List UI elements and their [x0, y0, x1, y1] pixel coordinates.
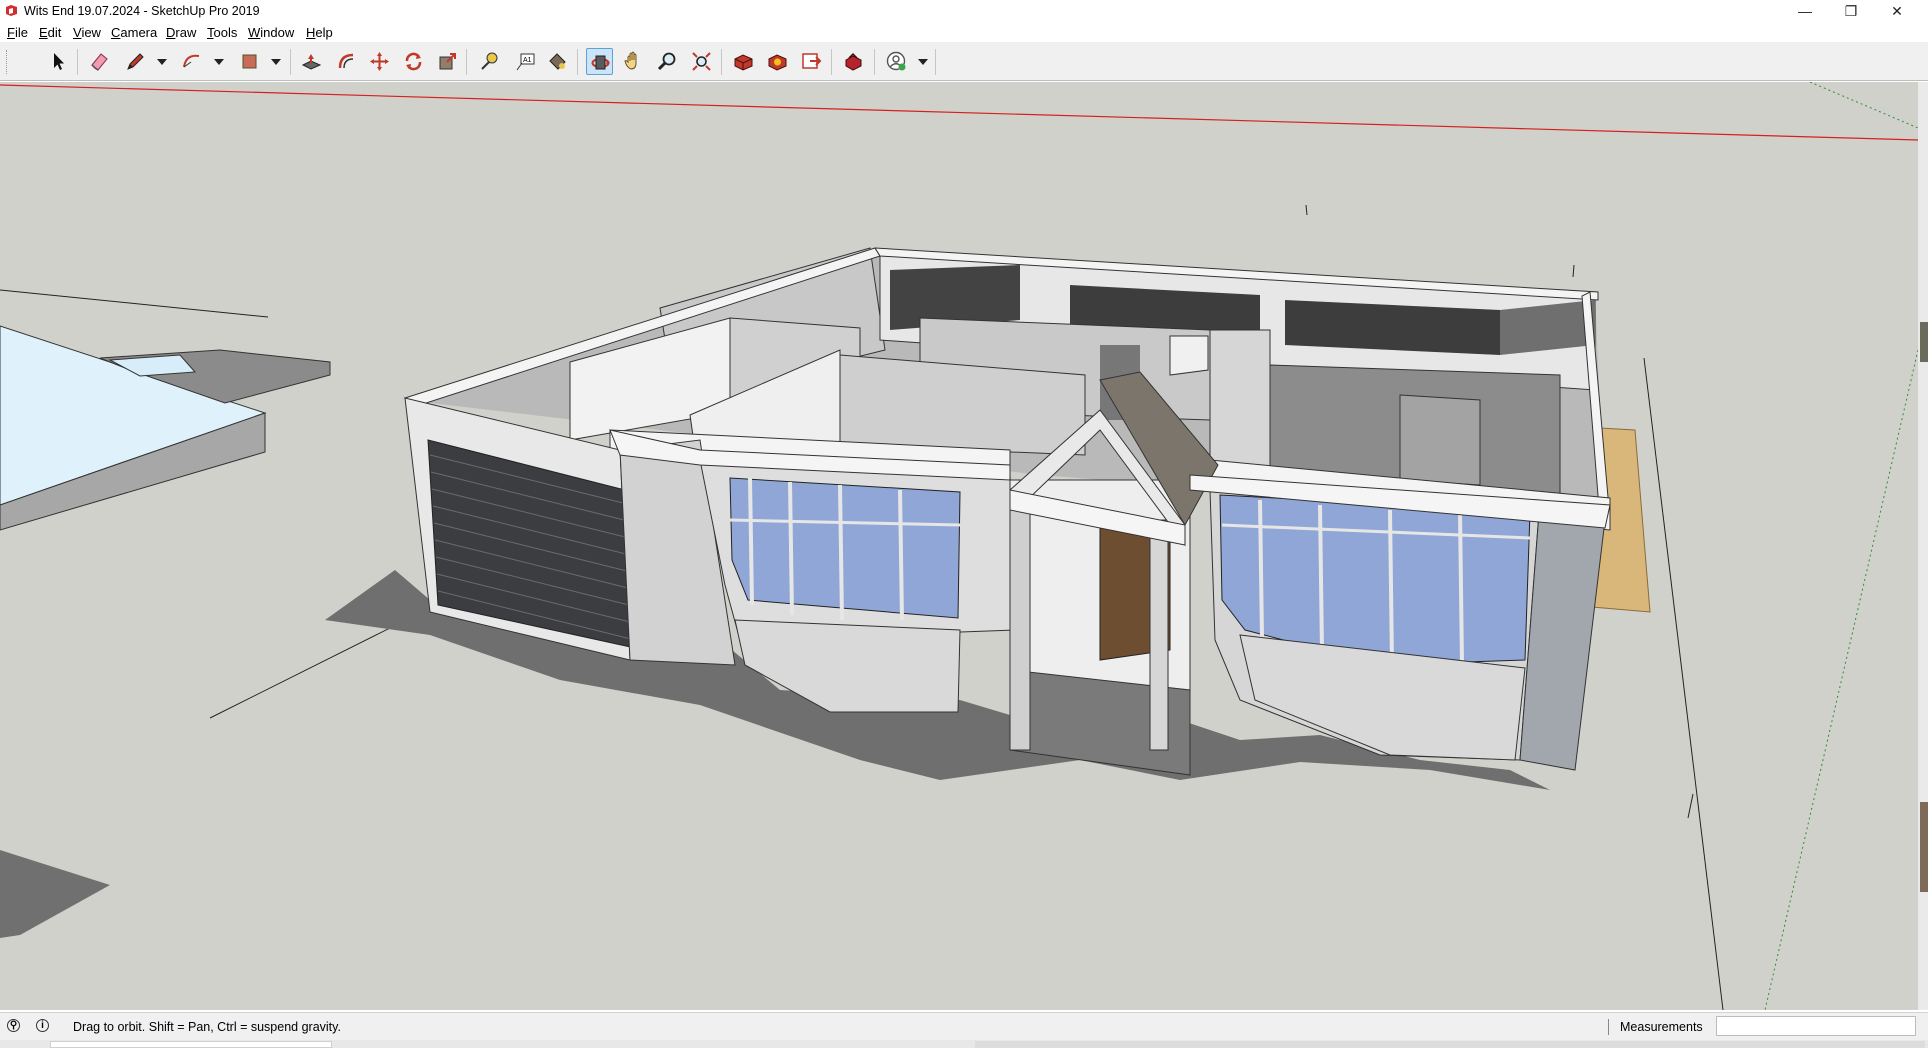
toolbar-separator [831, 49, 832, 75]
toolbar-separator [874, 49, 875, 75]
3d-warehouse-icon [734, 54, 753, 71]
arc-dropdown-arrow[interactable] [214, 59, 224, 65]
guide-line [1305, 204, 1308, 216]
move-tool-button[interactable] [366, 48, 393, 75]
3d-warehouse-button[interactable] [730, 48, 757, 75]
offset-icon [338, 53, 354, 69]
menu-window[interactable]: Window [248, 25, 294, 40]
line-dropdown-arrow[interactable] [157, 59, 167, 65]
restore-button[interactable]: ❐ [1828, 0, 1874, 22]
arc-icon [183, 54, 200, 68]
zoom-extents-tool-button[interactable] [688, 48, 715, 75]
line-tool-button[interactable] [122, 48, 149, 75]
rectangle-icon [242, 54, 257, 69]
toolbar-separator [290, 49, 291, 75]
eraser-icon [91, 53, 108, 71]
guide-line [0, 289, 269, 318]
pan-icon [624, 51, 637, 70]
guide-line [1687, 793, 1694, 819]
restore-icon: ❐ [1844, 3, 1858, 19]
zoom-extents-icon [692, 52, 711, 71]
sketchup-icon [6, 5, 17, 16]
status-message: Drag to orbit. Shift = Pan, Ctrl = suspe… [73, 1020, 341, 1034]
menu-file[interactable]: File [7, 25, 28, 40]
green-axis [1809, 82, 1918, 129]
measurements-label: Measurements [1620, 1020, 1703, 1034]
account-button[interactable] [883, 48, 910, 75]
orbit-tool-button[interactable] [586, 48, 613, 75]
title-bar: Wits End 19.07.2024 - SketchUp Pro 2019 … [0, 0, 1928, 22]
arc-tool-button[interactable] [178, 48, 205, 75]
rectangle-dropdown-arrow[interactable] [271, 59, 281, 65]
menu-edit[interactable]: Edit [39, 25, 61, 40]
guide-line [1643, 357, 1724, 1010]
account-dropdown-arrow[interactable] [918, 59, 928, 65]
taskbar-edge [0, 1040, 1928, 1048]
large-toolset-toolbar: A1 [0, 42, 1928, 81]
text-tool-button[interactable]: A1 [512, 48, 539, 75]
send-to-layout-button[interactable] [798, 48, 825, 75]
scale-tool-button[interactable] [434, 48, 461, 75]
close-icon: ✕ [1891, 3, 1903, 19]
offset-tool-button[interactable] [333, 48, 360, 75]
zoom-icon [657, 52, 676, 71]
adjacent-building [0, 325, 331, 938]
push-pull-tool-button[interactable] [298, 48, 325, 75]
extension-manager-icon [845, 52, 862, 71]
right-bay-window [1209, 489, 1606, 771]
menu-view[interactable]: View [73, 25, 101, 40]
window-title: Wits End 19.07.2024 - SketchUp Pro 2019 [24, 4, 260, 18]
menu-camera[interactable]: Camera [111, 25, 157, 40]
account-icon [886, 51, 906, 71]
status-divider [1608, 1019, 1609, 1035]
svg-text:A1: A1 [523, 57, 532, 64]
menu-help[interactable]: Help [306, 25, 333, 40]
toolbar-separator [577, 49, 578, 75]
status-bar: ⚲ i Drag to orbit. Shift = Pan, Ctrl = s… [0, 1012, 1928, 1041]
toolbar-separator [721, 49, 722, 75]
extension-warehouse-button[interactable] [764, 48, 791, 75]
measurements-input[interactable] [1716, 1016, 1916, 1036]
modeling-viewport[interactable] [0, 82, 1918, 1010]
info-icon[interactable]: i [36, 1019, 49, 1032]
move-icon [370, 52, 389, 71]
tape-measure-icon [481, 52, 498, 70]
toolbar-grip[interactable] [6, 50, 10, 74]
select-tool-button[interactable] [45, 48, 72, 75]
layout-icon [802, 53, 822, 69]
menu-bar: File Edit View Camera Draw Tools Window … [0, 22, 1928, 42]
green-axis-dotted [1764, 349, 1918, 1010]
3d-model-scene [0, 82, 1918, 1010]
zoom-tool-button[interactable] [654, 48, 681, 75]
rotate-icon [405, 52, 422, 71]
eraser-tool-button[interactable] [86, 48, 113, 75]
menu-tools[interactable]: Tools [207, 25, 237, 40]
rectangle-tool-button[interactable] [236, 48, 263, 75]
minimize-button[interactable]: — [1782, 0, 1828, 22]
extension-warehouse-icon [768, 54, 787, 71]
red-axis [0, 84, 1918, 141]
extension-manager-button[interactable] [840, 48, 867, 75]
paint-bucket-icon [549, 53, 566, 70]
scale-icon [439, 53, 456, 70]
guide-line [1572, 264, 1575, 278]
rotate-tool-button[interactable] [400, 48, 427, 75]
window-edge [1918, 82, 1928, 1010]
toolbar-separator [77, 49, 78, 75]
menu-draw[interactable]: Draw [166, 25, 196, 40]
text-icon: A1 [516, 53, 535, 71]
select-icon [54, 53, 64, 70]
tape-measure-tool-button[interactable] [476, 48, 503, 75]
paint-bucket-tool-button[interactable] [544, 48, 571, 75]
toolbar-separator [466, 49, 467, 75]
toolbar-separator [935, 49, 936, 75]
minimize-icon: — [1798, 3, 1812, 19]
pan-tool-button[interactable] [620, 48, 647, 75]
geolocation-icon[interactable]: ⚲ [7, 1019, 20, 1032]
close-button[interactable]: ✕ [1874, 0, 1920, 22]
line-icon [127, 53, 144, 70]
push-pull-icon [301, 54, 322, 70]
orbit-icon [591, 55, 610, 70]
